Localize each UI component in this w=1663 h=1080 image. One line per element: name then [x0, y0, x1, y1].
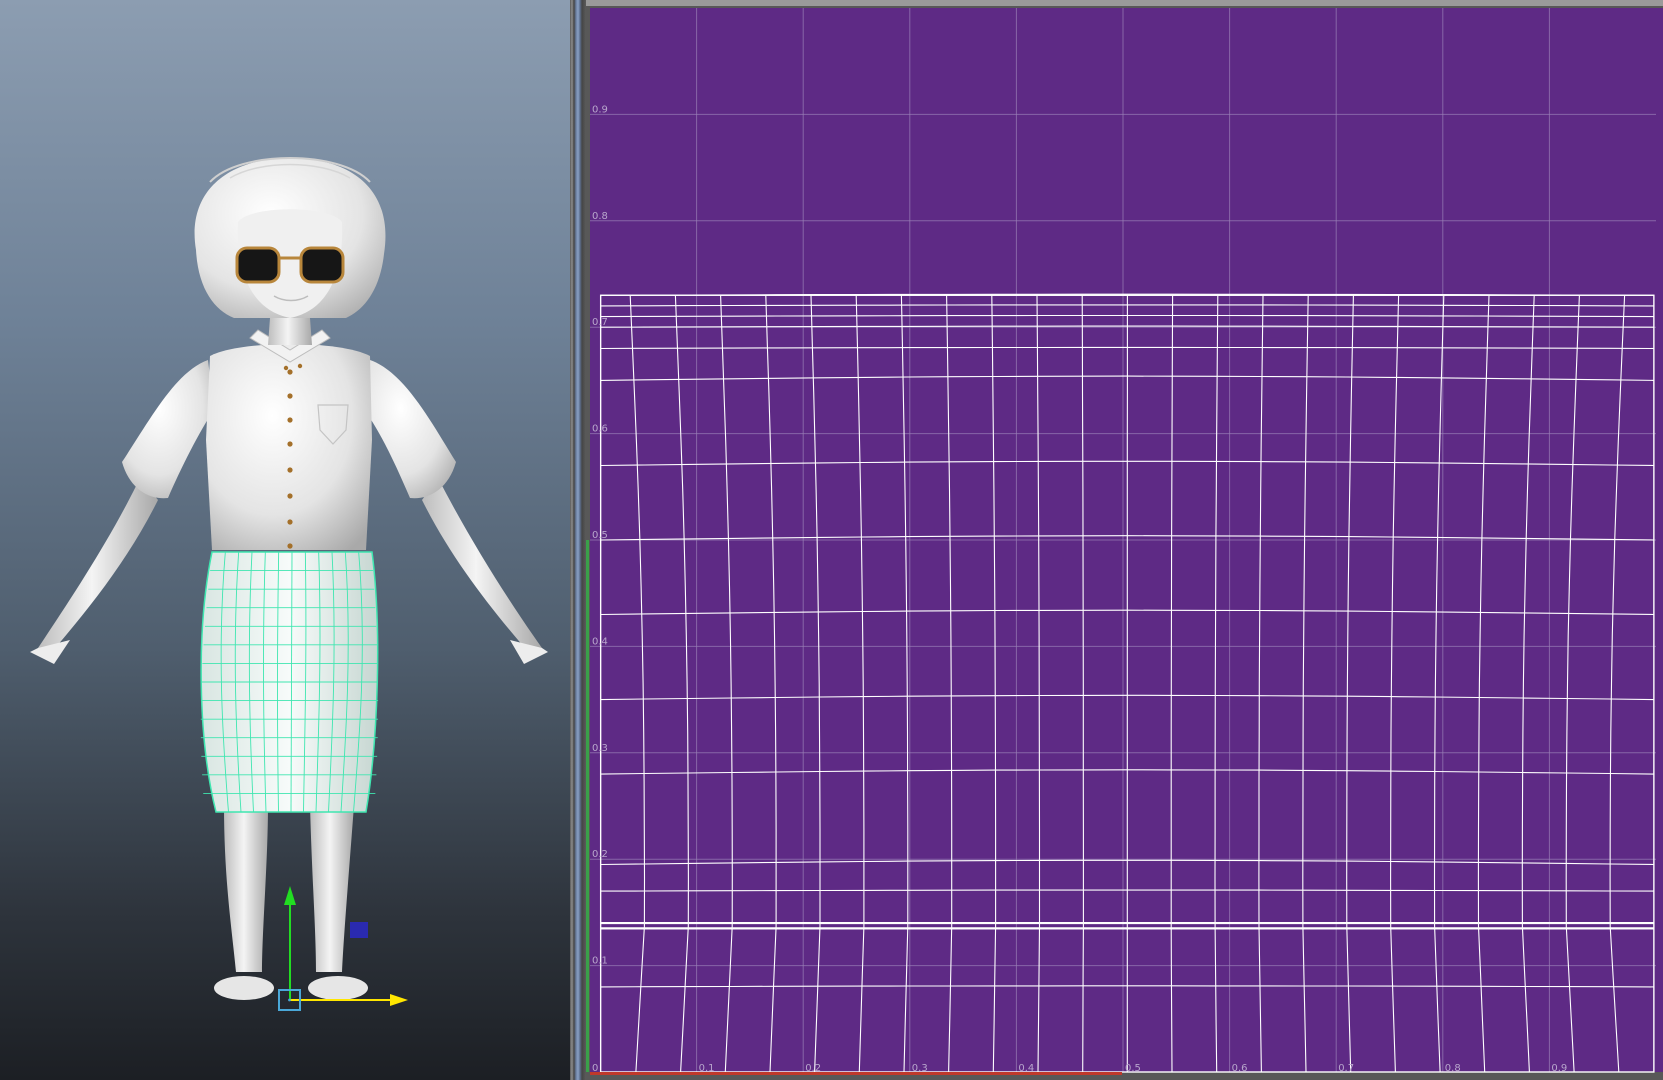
- v-tick-label: 0.1: [592, 956, 608, 967]
- v-tick-label: 0.5: [592, 530, 608, 541]
- v-tick-label: 0.8: [592, 211, 608, 222]
- x-axis-arrow-icon[interactable]: [390, 994, 408, 1006]
- z-axis-handle-icon[interactable]: [350, 922, 368, 938]
- uv-editor[interactable]: 0.9 0.8 0.7 0.6 0.5 0.4 0.3 0.2 0.1 0 0.1 0.2 0.3 0.…: [586, 0, 1663, 1080]
- panel-splitter[interactable]: [570, 0, 586, 1080]
- u-tick-label: 0.9: [1551, 1063, 1567, 1074]
- v-tick-label: 0.2: [592, 849, 608, 860]
- head: [194, 157, 386, 345]
- v-axis-indicator: [586, 540, 589, 1072]
- v-tick-label: 0.7: [592, 317, 608, 328]
- v-tick-label: 0.4: [592, 636, 608, 647]
- u-tick-label: 0.5: [1125, 1063, 1141, 1074]
- v-tick-label: 0.9: [592, 104, 608, 115]
- u-tick-label: 0.7: [1338, 1063, 1354, 1074]
- 3d-viewport[interactable]: [0, 0, 570, 1080]
- u-axis-indicator: [590, 1072, 1122, 1075]
- shirt: [122, 329, 456, 550]
- v-tick-label: 0.3: [592, 743, 608, 754]
- v-tick-label: 0.6: [592, 424, 608, 435]
- character-model[interactable]: [0, 0, 570, 1080]
- skirt-selected-mesh[interactable]: [200, 551, 379, 813]
- u-tick-label: 0.6: [1232, 1063, 1248, 1074]
- y-axis-arrow-icon[interactable]: [284, 886, 296, 905]
- u-tick-label: 0.8: [1445, 1063, 1461, 1074]
